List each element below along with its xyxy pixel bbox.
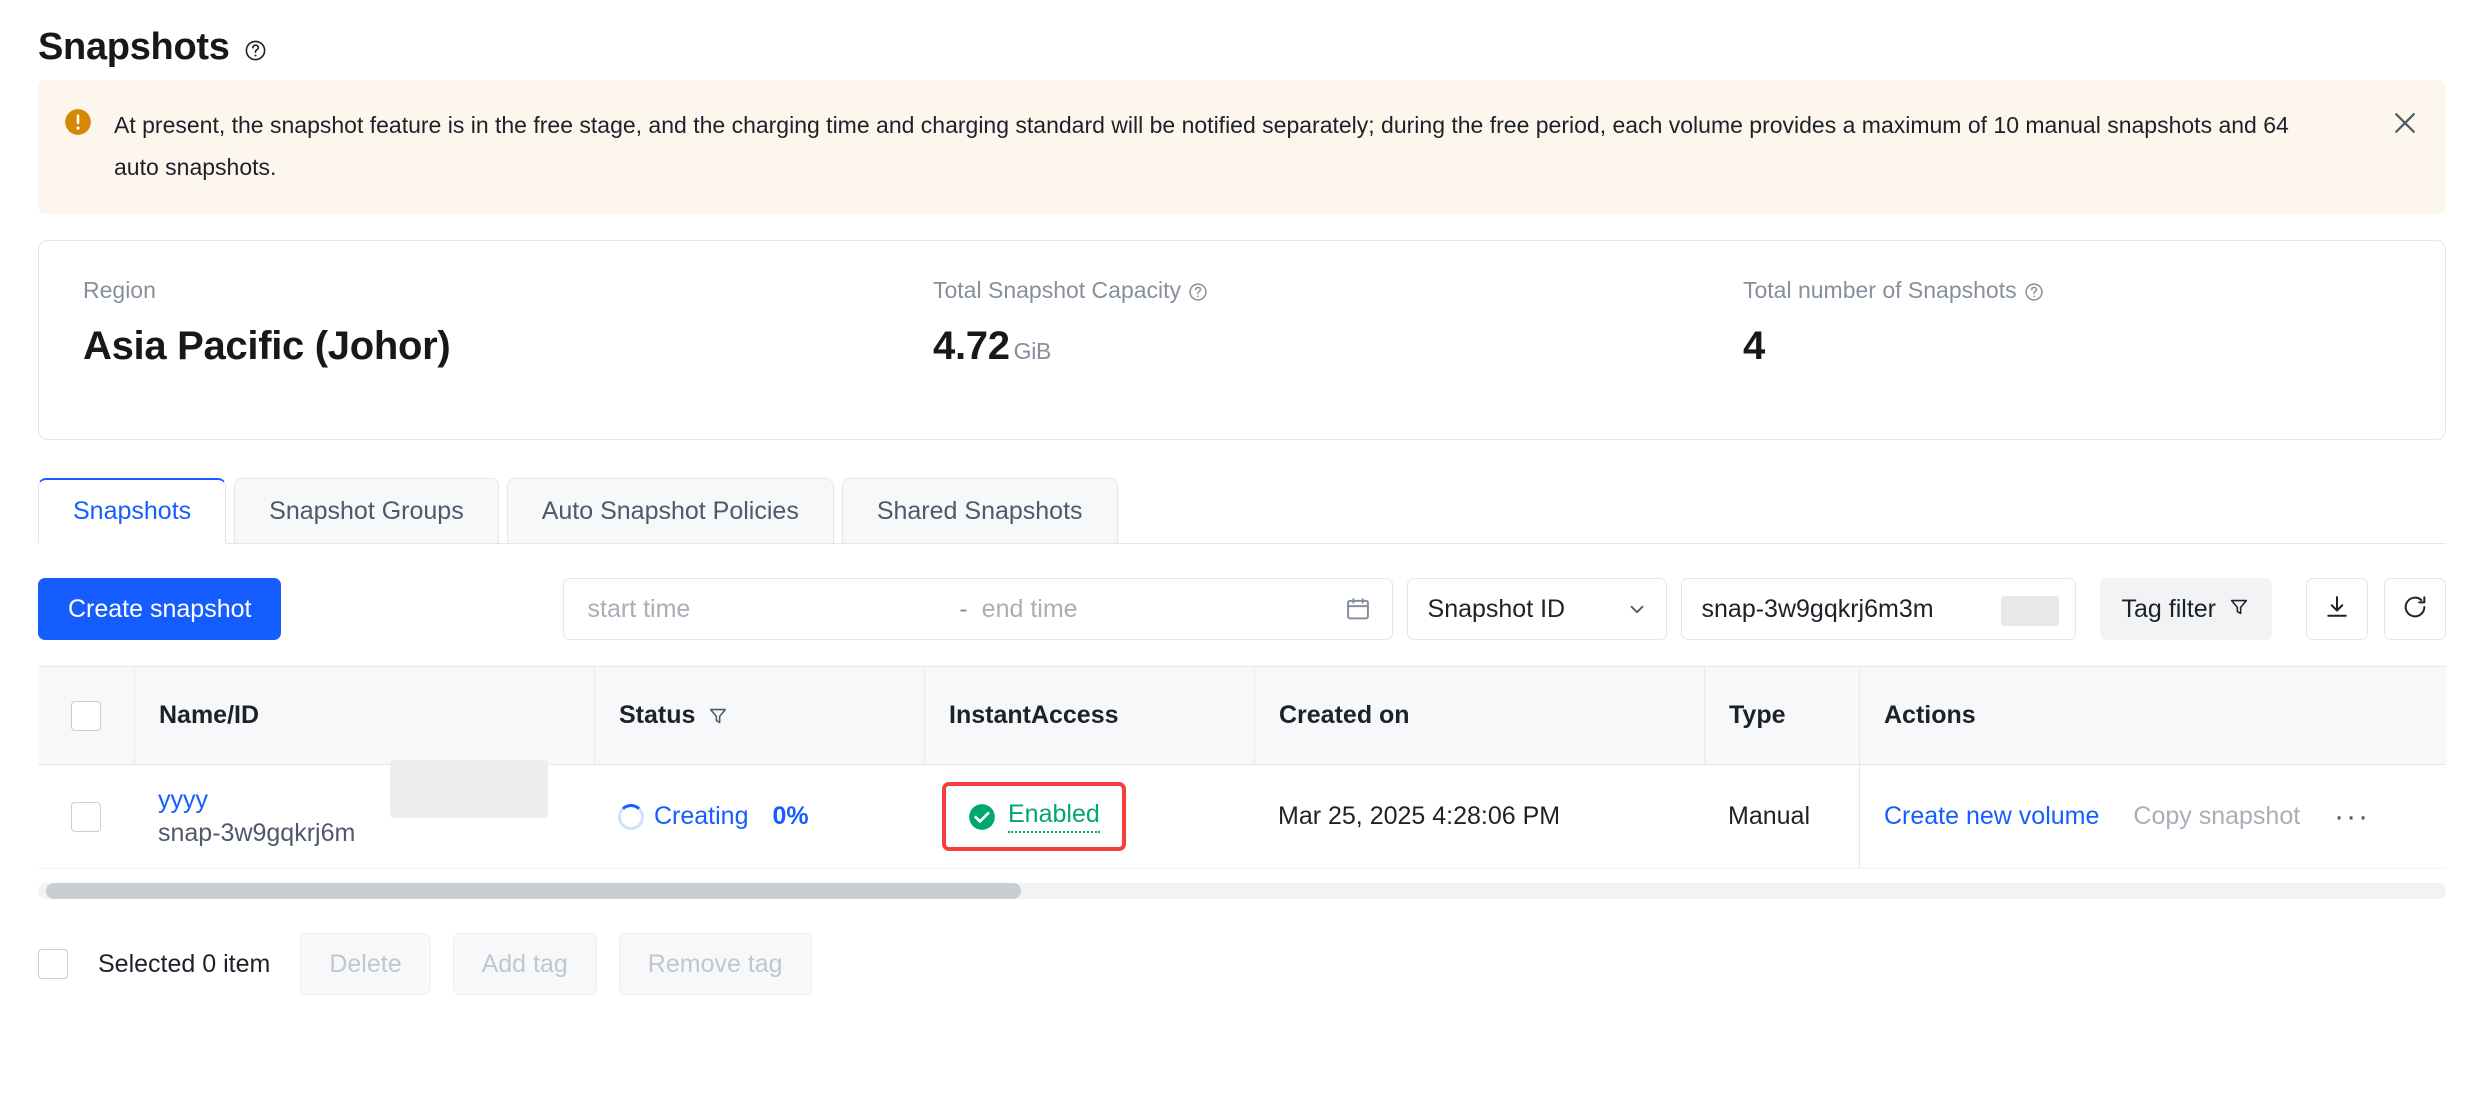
warning-icon [64, 108, 92, 136]
column-instant-access: InstantAccess [924, 667, 1254, 764]
start-time-input[interactable] [583, 594, 950, 624]
tab-shared-snapshots[interactable]: Shared Snapshots [841, 478, 1118, 544]
calendar-icon[interactable] [1344, 595, 1372, 623]
search-field-select[interactable]: Snapshot ID [1406, 578, 1667, 640]
free-stage-alert: At present, the snapshot feature is in t… [38, 80, 2446, 214]
horizontal-scrollbar[interactable] [38, 883, 2446, 899]
snapshot-name-link[interactable]: yyyy [158, 786, 355, 815]
stat-capacity-unit: GiB [1013, 338, 1052, 364]
column-type: Type [1704, 667, 1859, 764]
help-icon[interactable] [244, 39, 267, 62]
toolbar: Create snapshot - Snapshot ID [38, 578, 2446, 640]
row-actions-cell: Create new volume Copy snapshot ··· [1859, 765, 2446, 868]
stat-capacity-value: 4.72 [933, 324, 1010, 368]
column-created-on-label: Created on [1279, 701, 1410, 729]
end-time-input[interactable] [977, 594, 1344, 624]
status-funnel-icon[interactable] [707, 705, 729, 727]
row-instant-access-cell: Enabled [924, 782, 1254, 851]
row-name-id-cell: yyyy snap-3w9gqkrj6m [134, 759, 594, 848]
column-created-on: Created on [1254, 667, 1704, 764]
stat-region-label: Region [83, 277, 156, 303]
name-id-stack: yyyy snap-3w9gqkrj6m [158, 759, 548, 848]
search-field-select-value: Snapshot ID [1427, 594, 1566, 623]
column-instant-access-label: InstantAccess [949, 701, 1119, 729]
instant-access-status[interactable]: Enabled [1008, 800, 1100, 833]
snapshot-id-text: snap-3w9gqkrj6m [158, 818, 356, 847]
stat-capacity-label-text: Total Snapshot Capacity [933, 277, 1182, 303]
status-text: Creating [654, 802, 749, 830]
created-on-text: Mar 25, 2025 4:28:06 PM [1278, 802, 1561, 830]
more-actions-icon[interactable]: ··· [2334, 800, 2370, 834]
row-type-cell: Manual [1704, 802, 1859, 831]
column-name-id-label: Name/ID [159, 701, 260, 729]
tab-bar: Snapshots Snapshot Groups Auto Snapshot … [38, 478, 2446, 544]
snapshots-table: Name/ID Status InstantAccess Created on … [38, 666, 2446, 899]
column-actions: Actions [1859, 667, 2446, 764]
column-status: Status [594, 667, 924, 764]
row-select-cell [38, 801, 134, 832]
refresh-button[interactable] [2384, 578, 2446, 640]
column-type-label: Type [1729, 701, 1786, 729]
range-separator: - [959, 594, 968, 623]
create-snapshot-button[interactable]: Create snapshot [38, 578, 282, 640]
column-actions-label: Actions [1884, 701, 1976, 729]
selected-count-label: Selected 0 item [98, 949, 271, 978]
tag-filter-label: Tag filter [2121, 594, 2216, 623]
row-status-cell: Creating 0% [594, 802, 924, 831]
select-all-checkbox[interactable] [71, 700, 101, 731]
footer-select-all-checkbox[interactable] [38, 949, 68, 979]
table-header-row: Name/ID Status InstantAccess Created on … [38, 667, 2446, 765]
table-row: yyyy snap-3w9gqkrj6m Creating 0% Enabled… [38, 759, 2446, 869]
status-progress: 0% [772, 802, 809, 830]
status-indicator: Creating 0% [618, 802, 809, 831]
page-title: Snapshots [38, 25, 230, 68]
funnel-icon [2228, 596, 2250, 623]
remove-tag-button: Remove tag [618, 933, 812, 995]
download-button[interactable] [2306, 578, 2368, 640]
stat-region: Region Asia Pacific (Johor) [39, 277, 889, 369]
create-new-volume-action[interactable]: Create new volume [1884, 802, 2099, 831]
snapshots-page: Snapshots At present, the snapshot featu… [0, 0, 2484, 1104]
type-text: Manual [1728, 802, 1810, 830]
spinner-icon [618, 803, 644, 830]
date-range-picker[interactable]: - [562, 578, 1393, 640]
stat-capacity-label: Total Snapshot Capacity [933, 277, 1699, 304]
close-icon[interactable] [2390, 108, 2420, 138]
horizontal-scrollbar-thumb[interactable] [46, 883, 1021, 899]
column-name-id: Name/ID [134, 667, 594, 764]
id-redaction-mask [390, 759, 548, 818]
tab-snapshot-groups[interactable]: Snapshot Groups [234, 478, 499, 544]
stat-count-value: 4 [1743, 324, 1765, 368]
stat-capacity: Total Snapshot Capacity 4.72 GiB [889, 277, 1699, 369]
tag-filter-button[interactable]: Tag filter [2099, 578, 2272, 640]
chevron-down-icon [1626, 598, 1648, 620]
tab-snapshots[interactable]: Snapshots [38, 478, 227, 544]
row-created-on-cell: Mar 25, 2025 4:28:06 PM [1254, 802, 1704, 831]
question-circle-icon[interactable] [2024, 281, 2044, 301]
select-all-cell [38, 700, 134, 731]
instant-access-highlight: Enabled [942, 782, 1126, 851]
stat-count-label: Total number of Snapshots [1743, 277, 2399, 304]
delete-button: Delete [300, 933, 431, 995]
tab-auto-snapshot-policies[interactable]: Auto Snapshot Policies [506, 478, 834, 544]
download-icon [2323, 593, 2351, 626]
row-checkbox[interactable] [71, 801, 101, 832]
redaction-mask [2000, 596, 2059, 626]
summary-card: Region Asia Pacific (Johor) Total Snapsh… [38, 240, 2446, 440]
check-circle-icon [968, 803, 996, 831]
stat-count-label-text: Total number of Snapshots [1743, 277, 2017, 303]
copy-snapshot-action: Copy snapshot [2133, 802, 2301, 830]
refresh-icon [2401, 593, 2429, 626]
column-status-label: Status [619, 701, 696, 729]
stat-region-value: Asia Pacific (Johor) [83, 324, 451, 368]
question-circle-icon[interactable] [1188, 281, 1208, 301]
alert-message: At present, the snapshot feature is in t… [114, 112, 2289, 180]
add-tag-button: Add tag [452, 933, 597, 995]
table-footer: Selected 0 item Delete Add tag Remove ta… [38, 933, 2446, 995]
search-input-wrap[interactable] [1680, 578, 2076, 640]
stat-count: Total number of Snapshots 4 [1699, 277, 2399, 369]
page-header: Snapshots [38, 0, 2446, 76]
stat-capacity-value-wrap: 4.72 GiB [933, 324, 1699, 369]
